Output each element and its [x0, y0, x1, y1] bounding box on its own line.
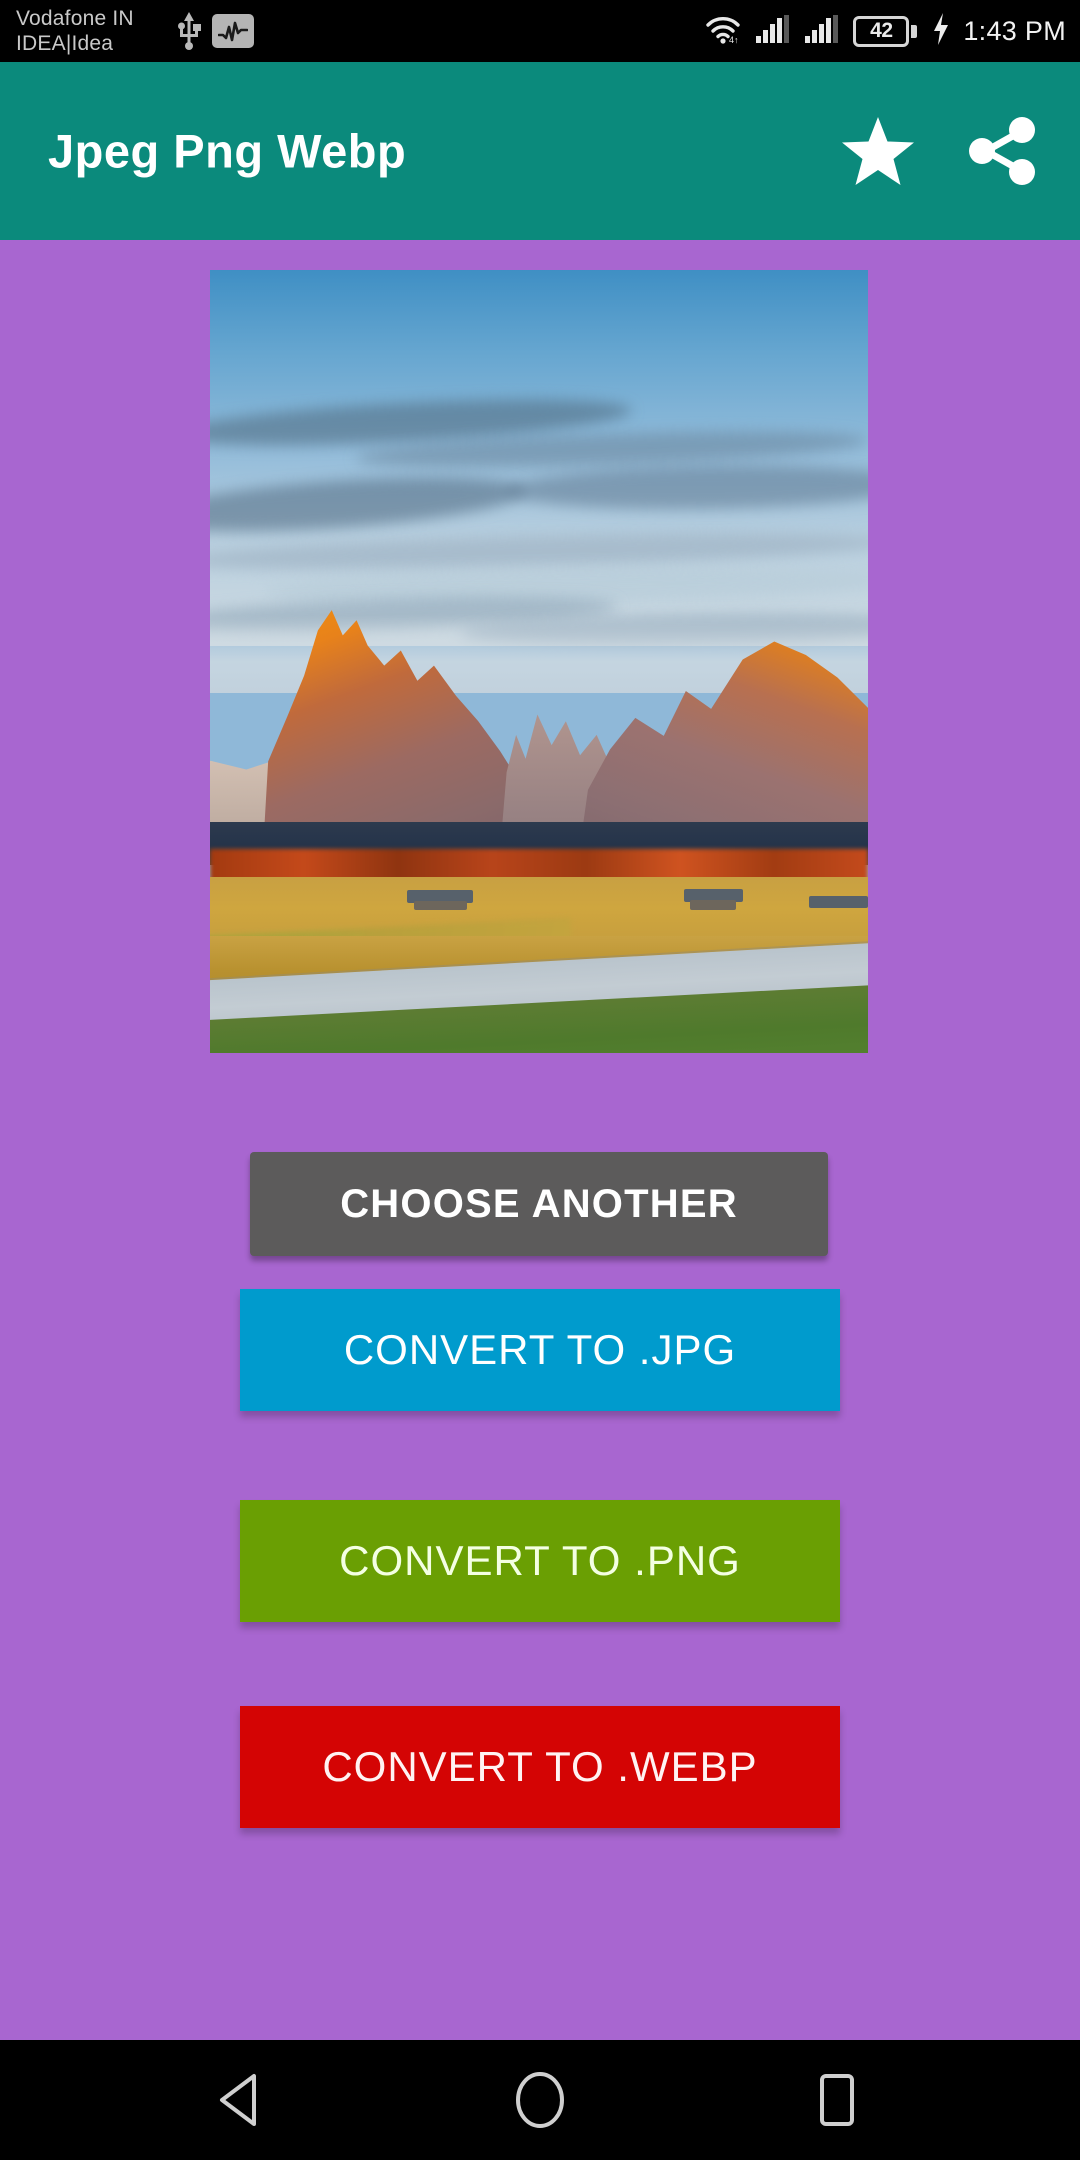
- status-bar-clock: 1:43 PM: [963, 15, 1066, 46]
- photo-hut: [413, 901, 467, 911]
- usb-icon: [176, 12, 202, 50]
- status-bar: Vodafone IN IDEA|Idea 4↑ 42 1:43 PM: [0, 0, 1080, 62]
- share-icon[interactable]: [964, 113, 1040, 189]
- app-title: Jpeg Png Webp: [48, 124, 407, 178]
- home-circle-icon[interactable]: [492, 2052, 588, 2148]
- wifi-icon: 4↑: [704, 14, 742, 49]
- photo-mountains: [210, 583, 868, 858]
- convert-to-webp-button[interactable]: CONVERT TO .WEBP: [240, 1706, 840, 1828]
- signal-bars-icon: [804, 14, 840, 49]
- main-content: CHOOSE ANOTHER CONVERT TO .JPG CONVERT T…: [0, 240, 1080, 2040]
- recents-square-icon[interactable]: [788, 2052, 884, 2148]
- svg-text:4↑: 4↑: [729, 35, 739, 44]
- battery-icon: 42: [853, 15, 918, 47]
- app-bar-actions: [840, 113, 1040, 189]
- phone-screen: Vodafone IN IDEA|Idea 4↑ 42 1:43 PM Jpeg…: [0, 0, 1080, 2160]
- status-bar-left: Vodafone IN IDEA|Idea: [0, 0, 254, 62]
- star-icon[interactable]: [840, 113, 916, 189]
- charging-bolt-icon: [932, 12, 950, 50]
- signal-bars-icon: [755, 14, 791, 49]
- back-triangle-icon[interactable]: [196, 2052, 292, 2148]
- landscape-photo: [210, 270, 868, 1053]
- selected-image-preview[interactable]: [210, 270, 868, 1053]
- activity-graph-icon: [212, 14, 254, 48]
- convert-to-jpg-button[interactable]: CONVERT TO .JPG: [240, 1289, 840, 1411]
- status-bar-right: 4↑ 42 1:43 PM: [704, 0, 1066, 62]
- carrier-label: Vodafone IN IDEA|Idea: [16, 7, 134, 55]
- photo-hut: [808, 896, 868, 909]
- choose-another-button[interactable]: CHOOSE ANOTHER: [250, 1152, 828, 1256]
- app-bar: Jpeg Png Webp: [0, 62, 1080, 240]
- battery-cap: [911, 24, 918, 38]
- convert-to-png-button[interactable]: CONVERT TO .PNG: [240, 1500, 840, 1622]
- photo-hut: [690, 900, 737, 911]
- system-navigation-bar: [0, 2040, 1080, 2160]
- battery-level-label: 42: [853, 15, 910, 47]
